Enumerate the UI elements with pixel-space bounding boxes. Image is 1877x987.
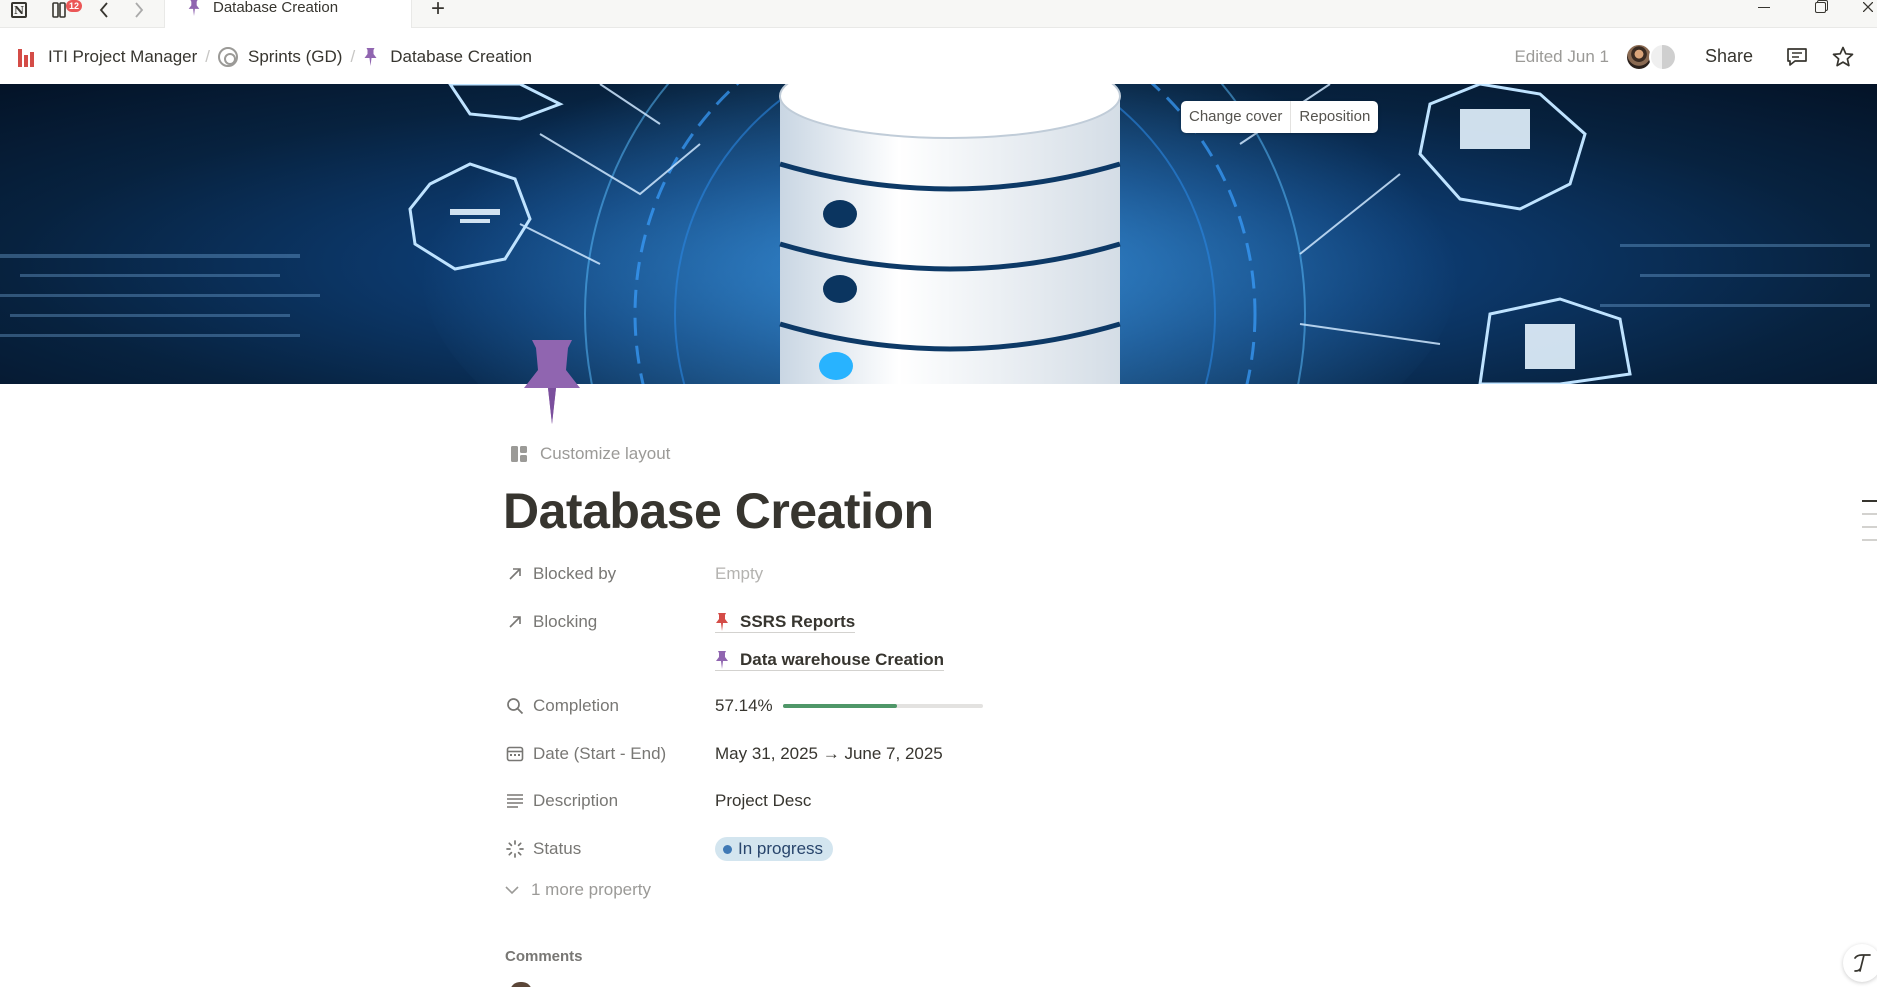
property-label: Status bbox=[533, 839, 582, 858]
breadcrumb-iti-project-manager[interactable]: ITI Project Manager bbox=[12, 43, 203, 71]
toc-line bbox=[1862, 500, 1877, 502]
property-value-empty[interactable]: Empty bbox=[715, 564, 763, 584]
notion-logo-glyph: N bbox=[11, 2, 27, 18]
toc-line bbox=[1862, 513, 1877, 515]
inbox-badge: 12 bbox=[66, 0, 83, 12]
completion-progress-fill bbox=[782, 704, 897, 708]
property-name[interactable]: Completion bbox=[505, 696, 715, 716]
property-value[interactable]: 57.14% bbox=[715, 696, 983, 716]
property-name[interactable]: Status bbox=[505, 839, 715, 859]
collaborator-avatars[interactable] bbox=[1624, 41, 1693, 73]
relation-label: Data warehouse Creation bbox=[740, 649, 945, 669]
property-label: Description bbox=[533, 791, 619, 810]
property-description: Description Project Desc bbox=[505, 784, 811, 818]
tab-database-creation[interactable]: Database Creation bbox=[164, 0, 412, 28]
property-name[interactable]: Description bbox=[505, 791, 715, 811]
avatar bbox=[510, 982, 532, 987]
tab-label: Database Creation bbox=[213, 0, 339, 16]
text-lines-icon bbox=[505, 791, 525, 811]
breadcrumb-label: Sprints (GD) bbox=[248, 46, 343, 66]
property-label: Date (Start - End) bbox=[533, 744, 667, 763]
relation-item[interactable]: SSRS Reports bbox=[715, 611, 856, 633]
more-properties-label: 1 more property bbox=[531, 880, 651, 899]
pushpin-icon bbox=[364, 47, 377, 66]
customize-layout-button[interactable]: Customize layout bbox=[510, 444, 670, 464]
notion-logo-icon[interactable]: N bbox=[8, 0, 30, 20]
avatar bbox=[1648, 42, 1677, 71]
page-topbar: ITI Project Manager / Sprints (GD) / Dat… bbox=[0, 29, 1877, 84]
last-edited-text[interactable]: Edited Jun 1 bbox=[1514, 47, 1609, 67]
ai-assistant-button[interactable] bbox=[1843, 944, 1877, 982]
database-cover-illustration bbox=[0, 84, 1870, 384]
minimize-icon[interactable] bbox=[1752, 0, 1776, 14]
favorite-star-icon[interactable] bbox=[1831, 45, 1855, 69]
show-more-properties-button[interactable]: 1 more property bbox=[505, 880, 651, 900]
toc-line bbox=[1862, 539, 1877, 541]
breadcrumb-database-creation[interactable]: Database Creation bbox=[357, 43, 538, 71]
property-name[interactable]: Date (Start - End) bbox=[505, 744, 715, 764]
new-tab-button[interactable]: + bbox=[426, 0, 450, 21]
breadcrumb: ITI Project Manager / Sprints (GD) / Dat… bbox=[12, 29, 538, 84]
cover-actions: Change cover Reposition bbox=[1181, 101, 1379, 133]
property-label: Blocked by bbox=[533, 564, 617, 583]
breadcrumb-sprints[interactable]: Sprints (GD) bbox=[212, 43, 348, 71]
ai-assistant-icon bbox=[1854, 954, 1871, 972]
toc-line bbox=[1862, 526, 1877, 528]
breadcrumb-label: ITI Project Manager bbox=[48, 46, 198, 66]
calendar-icon bbox=[505, 744, 525, 764]
breadcrumb-separator: / bbox=[205, 46, 211, 66]
iti-logo-icon bbox=[18, 47, 38, 67]
pushpin-icon bbox=[716, 650, 728, 669]
breadcrumb-label: Database Creation bbox=[390, 46, 532, 66]
property-date: Date (Start - End) May 31, 2025 → June 7… bbox=[505, 737, 943, 771]
description-value[interactable]: Project Desc bbox=[715, 791, 811, 811]
topbar-actions: Edited Jun 1 Share bbox=[1514, 29, 1877, 84]
share-button[interactable]: Share bbox=[1705, 46, 1753, 67]
property-name[interactable]: Blocked by bbox=[505, 564, 715, 584]
arrow-up-right-icon bbox=[505, 612, 525, 632]
date-range-value[interactable]: May 31, 2025 → June 7, 2025 bbox=[715, 744, 943, 764]
forward-arrow-icon[interactable] bbox=[129, 0, 149, 20]
pushpin-icon bbox=[188, 0, 200, 16]
target-icon bbox=[218, 46, 239, 67]
status-badge: In progress bbox=[715, 837, 834, 861]
pushpin-icon bbox=[716, 612, 728, 631]
customize-layout-label: Customize layout bbox=[540, 444, 671, 463]
breadcrumb-separator: / bbox=[350, 46, 356, 66]
property-label: Blocking bbox=[533, 612, 598, 631]
property-name[interactable]: Blocking bbox=[505, 612, 715, 632]
completion-percent: 57.14% bbox=[715, 696, 773, 715]
property-blocking: Blocking SSRS Reports bbox=[505, 605, 856, 639]
property-blocked-by: Blocked by Empty bbox=[505, 557, 763, 591]
relation-item[interactable]: Data warehouse Creation bbox=[715, 643, 945, 677]
pushpin-page-icon[interactable] bbox=[522, 340, 582, 424]
table-of-contents-indicator[interactable] bbox=[1862, 500, 1877, 552]
back-arrow-icon[interactable] bbox=[94, 0, 114, 20]
arrow-up-right-icon bbox=[505, 564, 525, 584]
close-icon[interactable] bbox=[1858, 0, 1877, 14]
comments-heading: Comments bbox=[505, 948, 583, 965]
search-icon bbox=[505, 696, 525, 716]
chevron-down-icon bbox=[505, 880, 525, 900]
property-completion: Completion 57.14% bbox=[505, 689, 983, 723]
change-cover-button[interactable]: Change cover bbox=[1181, 101, 1290, 133]
layout-grid-icon bbox=[511, 446, 527, 462]
relation-label: SSRS Reports bbox=[740, 611, 856, 631]
status-value[interactable]: In progress bbox=[715, 837, 834, 861]
cover-image: Change cover Reposition bbox=[0, 84, 1877, 384]
status-label: In progress bbox=[738, 839, 824, 858]
restore-icon[interactable] bbox=[1808, 0, 1832, 14]
status-spinner-icon bbox=[505, 839, 525, 859]
page-title[interactable]: Database Creation bbox=[503, 482, 934, 540]
property-status: Status In progress bbox=[505, 832, 834, 866]
window-titlebar: N 12 Database Creation + bbox=[0, 0, 1877, 28]
reposition-cover-button[interactable]: Reposition bbox=[1290, 101, 1378, 133]
completion-progress-bar bbox=[782, 704, 983, 708]
comments-icon[interactable] bbox=[1785, 45, 1809, 69]
property-label: Completion bbox=[533, 696, 619, 715]
status-dot bbox=[723, 844, 732, 854]
